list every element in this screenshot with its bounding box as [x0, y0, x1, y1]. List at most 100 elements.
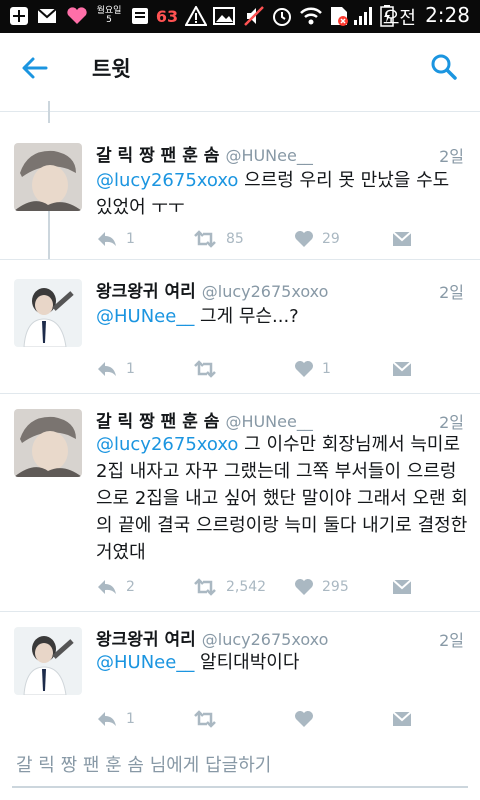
tweet-handle: @HUNee__	[225, 146, 313, 165]
warning-icon	[184, 6, 208, 26]
tweet-text: @lucy2675xoxo 그 이수만 회장님께서 늑미로 2집 내자고 자꾸 …	[96, 431, 468, 566]
reply-count: 1	[126, 361, 135, 377]
status-bar: 월요일 5 63 오전 2:28	[0, 0, 480, 33]
retweet-icon	[194, 360, 216, 378]
app-bar: 트윗	[0, 33, 480, 101]
previous-tweet-edge	[0, 101, 480, 112]
reply-icon	[98, 362, 116, 376]
tweet-actions: 1	[96, 707, 436, 731]
reply-icon	[98, 232, 116, 246]
like-button[interactable]	[294, 707, 322, 731]
search-icon[interactable]	[430, 53, 458, 81]
retweet-icon	[194, 578, 216, 596]
tweet-text: @HUNee__ 그게 무슨...?	[96, 303, 468, 330]
retweet-button[interactable]: 85	[192, 227, 244, 251]
tweet-body: 알티대박이다	[194, 652, 300, 673]
reply-count: 1	[126, 231, 135, 247]
like-button[interactable]: 295	[294, 575, 349, 599]
heart-icon	[295, 361, 313, 377]
mute-icon	[242, 6, 266, 26]
direct-message-button[interactable]	[392, 227, 412, 251]
like-count: 29	[322, 231, 340, 247]
direct-message-button[interactable]	[392, 575, 412, 599]
reply-button[interactable]: 1	[96, 357, 135, 381]
tweet-mention[interactable]: @HUNee__	[96, 306, 194, 327]
tweet-author[interactable]: 갈 릭 짱 팬 훈 솜 @HUNee__	[96, 407, 313, 432]
tweet-author-name: 갈 릭 짱 팬 훈 솜	[96, 146, 220, 166]
reply-count: 1	[126, 711, 135, 727]
tweet-author[interactable]: 왕크왕귀 여리 @lucy2675xoxo	[96, 277, 328, 302]
direct-message-button[interactable]	[392, 357, 412, 381]
thread-line	[48, 101, 50, 123]
tweet[interactable]: 갈 릭 짱 팬 훈 솜 @HUNee__ 2일 @lucy2675xoxo 그 이…	[0, 393, 480, 612]
tweet-actions: 1 1	[96, 357, 436, 381]
alarm-icon	[270, 6, 294, 26]
email-icon	[36, 6, 58, 26]
heart-sticker-icon	[64, 6, 90, 26]
sim-error-icon	[328, 6, 350, 26]
back-arrow-icon[interactable]	[20, 53, 50, 83]
tweet[interactable]: 왕크왕귀 여리 @lucy2675xoxo 2일 @HUNee__ 그게 무슨..…	[0, 259, 480, 394]
avatar[interactable]	[14, 279, 82, 347]
tweet[interactable]: 갈 릭 짱 팬 훈 솜 @HUNee__ 2일 @lucy2675xoxo 으르렁…	[0, 123, 480, 260]
tweet-author[interactable]: 왕크왕귀 여리 @lucy2675xoxo	[96, 625, 328, 650]
reply-count: 2	[126, 579, 135, 595]
retweet-count: 2,542	[226, 579, 267, 595]
thread-line	[48, 211, 50, 259]
like-count: 1	[322, 361, 331, 377]
tweet-handle: @lucy2675xoxo	[201, 282, 329, 301]
tweet-author-name: 갈 릭 짱 팬 훈 솜	[96, 412, 220, 432]
avatar[interactable]	[14, 409, 82, 477]
direct-message-button[interactable]	[392, 707, 412, 731]
tweet-author[interactable]: 갈 릭 짱 팬 훈 솜 @HUNee__	[96, 141, 313, 166]
reply-icon	[98, 580, 116, 594]
tweet[interactable]: 왕크왕귀 여리 @lucy2675xoxo 2일 @HUNee__ 알티대박이다 …	[0, 611, 480, 738]
tweet-date: 2일	[439, 413, 464, 432]
tweet-author-name: 왕크왕귀 여리	[96, 630, 196, 650]
signal-icon	[352, 6, 376, 26]
tweet-handle: @lucy2675xoxo	[201, 630, 329, 649]
tweet-mention[interactable]: @HUNee__	[96, 652, 194, 673]
tweet-date: 2일	[439, 631, 464, 650]
wifi-icon	[298, 6, 324, 26]
reply-input[interactable]: 갈 릭 짱 팬 훈 솜 님에게 답글하기	[12, 746, 468, 788]
notification-badge-icon	[128, 6, 152, 26]
like-button[interactable]: 1	[294, 357, 331, 381]
tweet-date: 2일	[439, 283, 464, 302]
tweet-mention[interactable]: @lucy2675xoxo	[96, 434, 238, 455]
retweet-icon	[194, 230, 216, 248]
tweet-actions: 2 2,542 295	[96, 575, 436, 599]
status-ampm: 오전	[382, 8, 416, 29]
reply-bar: 갈 릭 짱 팬 훈 솜 님에게 답글하기	[0, 738, 480, 800]
tweet-author-name: 왕크왕귀 여리	[96, 282, 196, 302]
tweet-text: @HUNee__ 알티대박이다	[96, 649, 468, 676]
plus-icon	[8, 6, 30, 26]
like-count: 295	[322, 579, 349, 595]
envelope-icon	[392, 711, 412, 726]
weather-widget-icon: 월요일 5	[94, 6, 124, 26]
avatar[interactable]	[14, 143, 82, 211]
reply-button[interactable]: 1	[96, 227, 135, 251]
envelope-icon	[392, 231, 412, 246]
tweet-mention[interactable]: @lucy2675xoxo	[96, 170, 238, 191]
envelope-icon	[392, 579, 412, 594]
envelope-icon	[392, 361, 412, 376]
heart-icon	[295, 711, 313, 727]
badge-count: 63	[155, 6, 179, 26]
tweet-date: 2일	[439, 147, 464, 166]
reply-button[interactable]: 1	[96, 707, 135, 731]
heart-icon	[295, 579, 313, 595]
retweet-button[interactable]: 2,542	[192, 575, 266, 599]
tweet-body: 그게 무슨...?	[194, 306, 299, 327]
heart-icon	[295, 231, 313, 247]
reply-icon	[98, 712, 116, 726]
like-button[interactable]: 29	[294, 227, 340, 251]
retweet-button[interactable]	[192, 357, 226, 381]
page-title: 트윗	[92, 57, 131, 81]
tweet-text: @lucy2675xoxo 으르렁 우리 못 만났을 수도 있었어 ㅜㅜ	[96, 167, 468, 221]
status-time: 2:28	[425, 3, 470, 27]
reply-button[interactable]: 2	[96, 575, 135, 599]
tweet-handle: @HUNee__	[225, 412, 313, 431]
retweet-button[interactable]	[192, 707, 226, 731]
avatar[interactable]	[14, 627, 82, 695]
